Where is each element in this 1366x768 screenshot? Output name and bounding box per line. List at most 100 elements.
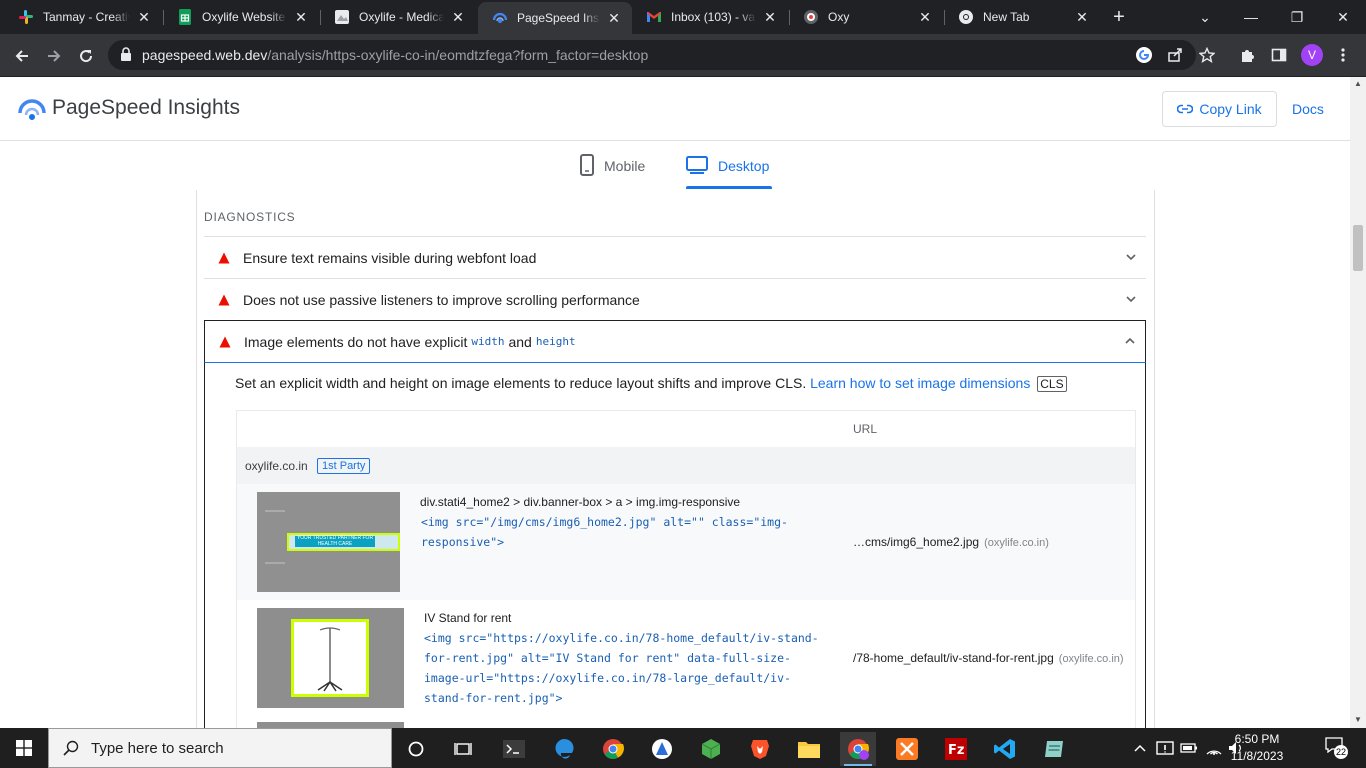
diagnostics-heading: DIAGNOSTICS <box>204 210 296 224</box>
google-sheets-icon <box>177 9 193 25</box>
tab-close-icon[interactable]: ✕ <box>762 9 778 26</box>
page-scrollbar[interactable]: ▲ ▼ <box>1350 77 1366 728</box>
browser-tab-tanmay[interactable]: Tanmay - Creative ✕ <box>4 0 162 34</box>
copy-link-button[interactable]: Copy Link <box>1162 91 1277 127</box>
taskbar-search-box[interactable]: Type here to search <box>48 728 392 768</box>
chrome-taskbar-icon[interactable] <box>595 732 631 766</box>
show-hidden-icons-chevron[interactable] <box>1133 728 1147 768</box>
filezilla-icon[interactable]: Fz <box>938 732 974 766</box>
reload-icon[interactable] <box>72 42 100 70</box>
browser-tab-new-tab[interactable]: New Tab ✕ <box>944 0 1100 34</box>
side-panel-icon[interactable] <box>1269 45 1289 65</box>
first-party-badge: 1st Party <box>317 458 371 474</box>
tab-title: Inbox (103) - vasu <box>671 10 756 24</box>
bookmark-star-icon[interactable] <box>1197 45 1217 65</box>
resource-host: (oxylife.co.in) <box>1058 653 1124 665</box>
page-title: PageSpeed Insights <box>52 96 240 119</box>
wifi-icon[interactable] <box>1205 728 1223 768</box>
vscode-icon[interactable] <box>987 732 1023 766</box>
new-tab-plus-icon[interactable]: + <box>1108 6 1130 28</box>
pagespeed-logo-icon[interactable] <box>18 95 46 123</box>
resource-url[interactable]: /78-home_default/iv-stand-for-rent.jpg (o… <box>853 651 1124 665</box>
close-window-icon[interactable]: ✕ <box>1320 0 1366 34</box>
share-icon[interactable] <box>1165 45 1185 65</box>
browser-tab-strip: Tanmay - Creative ✕ Oxylife Website ✕ Ox… <box>0 0 1366 34</box>
browser-tab-oxy[interactable]: Oxy ✕ <box>789 0 943 34</box>
windows-start-icon[interactable] <box>0 728 48 768</box>
terminal-icon[interactable] <box>496 732 532 766</box>
tab-close-icon[interactable]: ✕ <box>450 9 466 26</box>
snippet-line: image-url="https://oxylife.co.in/78-larg… <box>424 671 791 685</box>
edge-icon[interactable] <box>546 732 582 766</box>
iv-stand-image <box>317 627 343 692</box>
back-arrow-icon[interactable] <box>8 42 36 70</box>
resource-url[interactable]: …cms/img6_home2.jpg (oxylife.co.in) <box>853 535 1049 549</box>
scroll-up-arrow-icon[interactable]: ▲ <box>1354 79 1362 88</box>
tab-close-icon[interactable]: ✕ <box>1074 9 1090 26</box>
taskbar-clock[interactable]: 6:50 PM 11/8/2023 <box>1226 731 1288 765</box>
security-tray-icon[interactable] <box>1156 728 1174 768</box>
audit-code-width: width <box>471 335 505 348</box>
metric-tag-cls: CLS <box>1037 376 1067 392</box>
extensions-puzzle-icon[interactable] <box>1237 45 1257 65</box>
psi-header: PageSpeed Insights Copy Link Docs <box>0 77 1350 141</box>
browser-tab-inbox[interactable]: Inbox (103) - vasu ✕ <box>632 0 788 34</box>
chevron-up-icon[interactable] <box>1123 334 1137 348</box>
element-screenshot-thumbnail[interactable] <box>257 608 404 708</box>
cortana-icon[interactable] <box>398 732 434 766</box>
tab-mobile[interactable]: Mobile <box>580 154 645 190</box>
restore-icon[interactable]: ❐ <box>1274 0 1320 34</box>
notes-app-icon[interactable] <box>1036 732 1072 766</box>
file-explorer-icon[interactable] <box>791 732 827 766</box>
svg-text:Fz: Fz <box>948 743 964 758</box>
snippet-line: stand-for-rent.jpg"> <box>424 691 563 705</box>
learn-more-link[interactable]: Learn how to set image dimensions <box>810 375 1030 391</box>
menu-kebab-icon[interactable] <box>1333 45 1353 65</box>
audit-code-height: height <box>535 335 576 348</box>
tab-close-icon[interactable]: ✕ <box>136 9 152 26</box>
tab-close-icon[interactable]: ✕ <box>606 10 622 27</box>
audit-image-dimensions[interactable]: Image elements do not have explicit widt… <box>204 320 1146 363</box>
audit-description-text: Set an explicit width and height on imag… <box>235 375 807 391</box>
green-cube-app-icon[interactable] <box>693 732 729 766</box>
forward-arrow-icon[interactable] <box>40 42 68 70</box>
oxy-icon <box>803 9 819 25</box>
minimize-icon[interactable]: — <box>1228 0 1274 34</box>
audit-title: Does not use passive listeners to improv… <box>243 291 640 308</box>
tab-search-chevron-icon[interactable]: ⌄ <box>1182 0 1228 34</box>
resource-url-text: /78-home_default/iv-stand-for-rent.jpg <box>853 651 1054 665</box>
scroll-down-arrow-icon[interactable]: ▼ <box>1354 715 1362 724</box>
chrome-profile-taskbar-icon[interactable] <box>840 732 876 766</box>
chevron-down-icon[interactable] <box>1124 292 1138 306</box>
browser-tab-oxylife-medical[interactable]: Oxylife - Medical ✕ <box>320 0 476 34</box>
browser-tab-pagespeed[interactable]: PageSpeed Insights ✕ <box>478 2 632 34</box>
node-snippet: <img src="/img/cms/img6_home2.jpg" alt="… <box>421 512 788 552</box>
tab-desktop[interactable]: Desktop <box>686 154 769 190</box>
snippet-line: <img src="https://oxylife.co.in/78-home_… <box>424 631 819 645</box>
profile-avatar[interactable]: V <box>1301 44 1323 66</box>
browser-tab-oxylife-website[interactable]: Oxylife Website ✕ <box>163 0 319 34</box>
address-bar[interactable]: pagespeed.web.dev/analysis/https-oxylife… <box>108 40 1196 70</box>
resource-url-text: …cms/img6_home2.jpg <box>853 535 980 549</box>
xampp-icon[interactable] <box>889 732 925 766</box>
snippet-line: for-rent.jpg" alt="IV Stand for rent" da… <box>424 651 791 665</box>
brave-icon[interactable] <box>742 732 778 766</box>
task-view-icon[interactable] <box>445 732 481 766</box>
accessibility-app-icon[interactable] <box>644 732 680 766</box>
tab-close-icon[interactable]: ✕ <box>917 9 933 26</box>
node-selector: div.stati4_home2 > div.banner-box > a > … <box>420 495 741 509</box>
tab-title: Oxylife Website <box>202 10 286 24</box>
tab-mobile-label: Mobile <box>604 158 646 174</box>
element-screenshot-thumbnail[interactable]: YOUR TRUSTED PARTNER FOR HEALTH CARE <box>257 492 400 592</box>
chevron-down-icon[interactable] <box>1124 250 1138 264</box>
battery-icon[interactable] <box>1180 728 1198 768</box>
audit-webfont-visibility[interactable]: Ensure text remains visible during webfo… <box>204 236 1146 278</box>
tab-close-icon[interactable]: ✕ <box>293 9 309 26</box>
audit-passive-listeners[interactable]: Does not use passive listeners to improv… <box>204 278 1146 320</box>
desktop-monitor-icon <box>686 156 708 174</box>
google-lens-icon[interactable] <box>1134 45 1154 65</box>
scrollbar-thumb[interactable] <box>1353 225 1363 271</box>
notification-center-icon[interactable]: 22 <box>1325 737 1349 759</box>
lock-icon[interactable] <box>120 47 132 67</box>
docs-link[interactable]: Docs <box>1292 101 1324 117</box>
